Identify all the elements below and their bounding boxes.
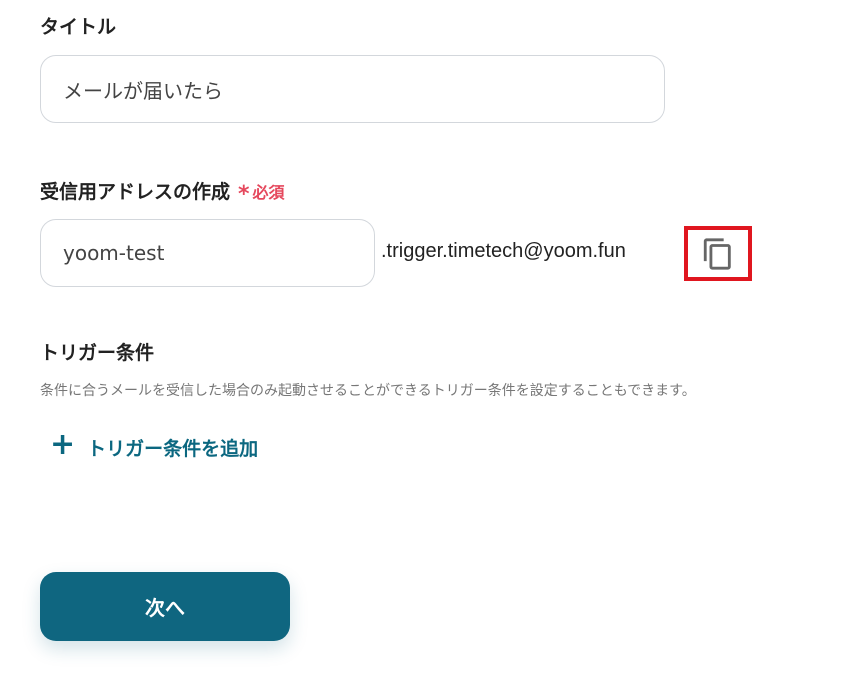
title-label: タイトル (40, 16, 117, 38)
required-badge: * 必須 (238, 179, 285, 207)
required-text: 必須 (252, 182, 285, 202)
trigger-condition-description: 条件に合うメールを受信した場合のみ起動させることができるトリガー条件を設定するこ… (40, 383, 696, 399)
address-label: 受信用アドレスの作成 (40, 181, 231, 203)
address-domain-text: .trigger.timetech@yoom.fun (381, 240, 626, 262)
add-trigger-condition-button[interactable]: + トリガー条件を追加 (50, 427, 259, 462)
copy-address-button[interactable] (684, 226, 752, 281)
address-local-part-input[interactable]: yoom-test (40, 219, 375, 287)
plus-icon: + (50, 427, 76, 462)
copy-icon (703, 237, 731, 270)
trigger-condition-label: トリガー条件 (40, 342, 155, 364)
title-input[interactable]: メールが届いたら (40, 55, 665, 123)
next-button[interactable]: 次へ (40, 572, 290, 641)
add-trigger-condition-label: トリガー条件を追加 (87, 437, 259, 460)
required-asterisk: * (238, 181, 250, 207)
address-label-row: 受信用アドレスの作成 * 必須 (40, 177, 285, 207)
